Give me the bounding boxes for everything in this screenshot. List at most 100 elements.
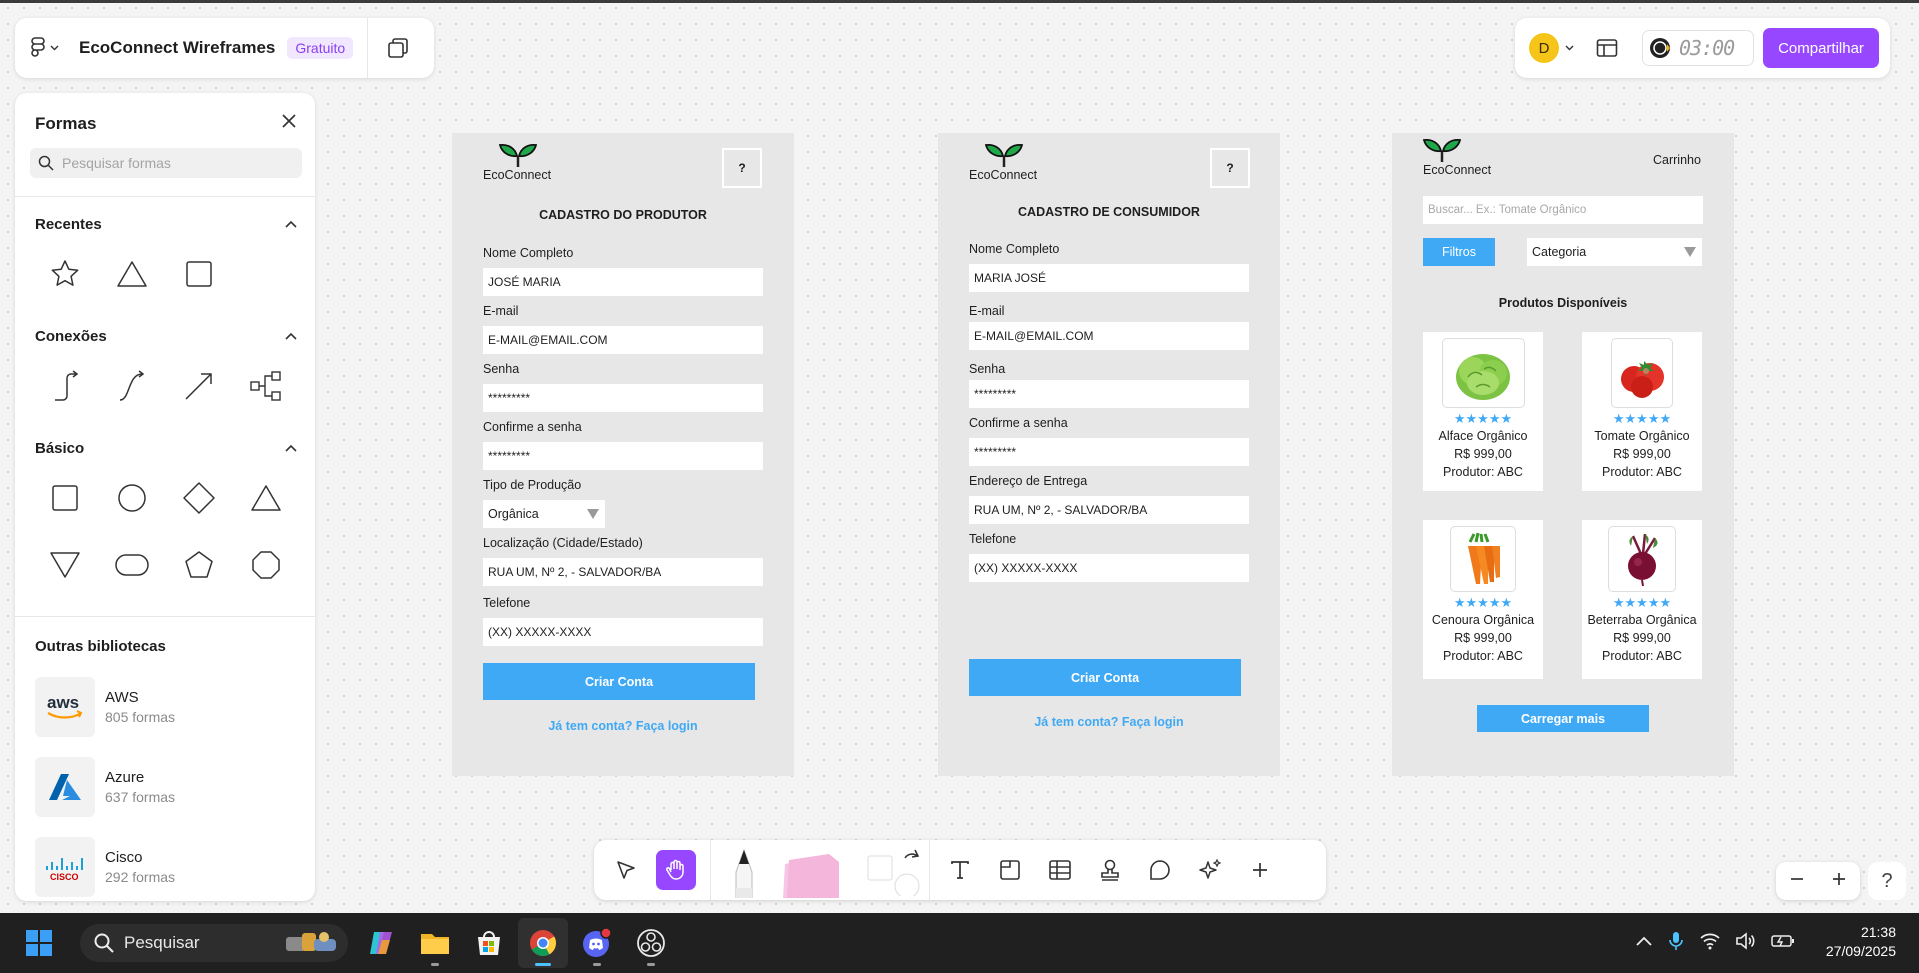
frame-marketplace[interactable]: EcoConnect Carrinho Buscar... Ex.: Tomat… [1392, 133, 1734, 776]
comment-tool-icon[interactable] [1140, 850, 1180, 890]
load-more-button[interactable]: Carregar mais [1477, 705, 1649, 732]
stamp-tool-icon[interactable] [1090, 850, 1130, 890]
full-name-input[interactable]: MARIA JOSÉ [969, 264, 1249, 292]
system-clock[interactable]: 21:38 27/09/2025 [1790, 923, 1910, 961]
layout-icon[interactable] [1596, 38, 1618, 58]
section-tool-icon[interactable] [990, 850, 1030, 890]
shapes-tool-icon[interactable] [865, 842, 923, 898]
library-count: 805 formas [105, 709, 176, 725]
category-select[interactable]: Categoria [1527, 238, 1702, 266]
frame-consumer-signup[interactable]: EcoConnect ? CADASTRO DE CONSUMIDOR Nome… [938, 133, 1280, 776]
obs-icon[interactable] [626, 918, 676, 968]
curved-connector-icon[interactable] [107, 361, 157, 411]
text-tool-icon[interactable] [940, 850, 980, 890]
star-shape-icon[interactable] [40, 249, 90, 299]
help-button[interactable]: ? [1210, 148, 1250, 188]
section-recent-header[interactable]: Recentes [15, 213, 315, 235]
triangle-shape-icon[interactable] [241, 473, 291, 523]
chevron-up-icon[interactable] [285, 220, 297, 228]
product-card[interactable]: ★★★★★ Alface Orgânico R$ 999,00 Produtor… [1423, 332, 1543, 491]
microphone-icon[interactable] [1667, 930, 1685, 957]
pentagon-shape-icon[interactable] [174, 540, 224, 590]
email-input[interactable]: E-MAIL@EMAIL.COM [483, 326, 763, 354]
chevron-up-icon[interactable] [1635, 934, 1653, 952]
help-icon[interactable]: ? [1868, 862, 1906, 900]
zoom-in-icon[interactable] [1831, 871, 1847, 892]
triangle-shape-icon[interactable] [107, 249, 157, 299]
phone-input[interactable]: (XX) XXXXX-XXXX [483, 618, 763, 646]
more-tools-icon[interactable] [1240, 850, 1280, 890]
taskbar-search[interactable]: Pesquisar [80, 924, 348, 962]
windows-start-icon[interactable] [14, 918, 64, 968]
help-button[interactable]: ? [722, 148, 762, 188]
timer-widget[interactable]: 03:00 [1642, 30, 1754, 66]
search-icon [94, 933, 114, 953]
share-button[interactable]: Compartilhar [1763, 28, 1879, 68]
frame-producer-signup[interactable]: EcoConnect ? CADASTRO DO PRODUTOR Nome C… [452, 133, 794, 776]
product-search-input[interactable]: Buscar... Ex.: Tomate Orgânico [1423, 196, 1703, 224]
circle-shape-icon[interactable] [107, 473, 157, 523]
filters-button[interactable]: Filtros [1423, 238, 1495, 266]
zoom-out-icon[interactable] [1789, 871, 1805, 892]
confirm-password-input[interactable]: ********* [483, 442, 763, 470]
location-input[interactable]: RUA UM, Nº 2, - SALVADOR/BA [483, 558, 763, 586]
confirm-password-input[interactable]: ********* [969, 438, 1249, 466]
select-tool-icon[interactable] [606, 850, 646, 890]
copilot-icon[interactable] [356, 918, 406, 968]
email-input[interactable]: E-MAIL@EMAIL.COM [969, 322, 1249, 350]
product-card[interactable]: ★★★★★ Cenoura Orgânica R$ 999,00 Produto… [1423, 520, 1543, 679]
diamond-shape-icon[interactable] [174, 473, 224, 523]
chevron-down-icon[interactable] [1565, 45, 1574, 51]
file-explorer-icon[interactable] [410, 918, 460, 968]
password-input[interactable]: ********* [969, 380, 1249, 408]
create-account-button[interactable]: Criar Conta [483, 663, 755, 700]
delivery-address-input[interactable]: RUA UM, Nº 2, - SALVADOR/BA [969, 496, 1249, 524]
login-link[interactable]: Já tem conta? Faça login [452, 719, 794, 733]
pen-tool-icon[interactable] [721, 842, 767, 898]
volume-icon[interactable] [1735, 931, 1757, 955]
product-card[interactable]: ★★★★★ Beterraba Orgânica R$ 999,00 Produ… [1582, 520, 1702, 679]
chevron-up-icon[interactable] [285, 444, 297, 452]
section-connections-header[interactable]: Conexões [15, 325, 315, 347]
brand-name: EcoConnect [483, 168, 552, 182]
elbow-connector-icon[interactable] [40, 361, 90, 411]
pill-shape-icon[interactable] [107, 540, 157, 590]
ai-tool-icon[interactable] [1190, 850, 1230, 890]
cart-link[interactable]: Carrinho [1653, 153, 1701, 167]
sticky-note-icon[interactable] [777, 842, 847, 898]
library-item-cisco[interactable]: CISCO Cisco 292 formas [15, 835, 315, 899]
discord-icon[interactable] [572, 918, 622, 968]
production-type-select[interactable]: Orgânica [483, 500, 605, 528]
shape-search[interactable] [30, 148, 302, 178]
octagon-shape-icon[interactable] [241, 540, 291, 590]
file-title[interactable]: EcoConnect Wireframes [79, 38, 275, 58]
microsoft-store-icon[interactable] [464, 918, 514, 968]
table-tool-icon[interactable] [1040, 850, 1080, 890]
panel-divider [15, 616, 315, 617]
chrome-icon[interactable] [518, 918, 568, 968]
hand-tool-icon[interactable] [656, 850, 696, 890]
wifi-icon[interactable] [1699, 932, 1721, 955]
avatar[interactable]: D [1529, 33, 1559, 63]
product-card[interactable]: ★★★★★ Tomate Orgânico R$ 999,00 Produtor… [1582, 332, 1702, 491]
arrow-connector-icon[interactable] [174, 361, 224, 411]
main-menu-button[interactable] [15, 18, 73, 78]
inverted-triangle-shape-icon[interactable] [40, 540, 90, 590]
plan-badge[interactable]: Gratuito [287, 37, 354, 59]
square-shape-icon[interactable] [40, 473, 90, 523]
phone-input[interactable]: (XX) XXXXX-XXXX [969, 554, 1249, 582]
shape-search-input[interactable] [62, 155, 282, 171]
create-account-button[interactable]: Criar Conta [969, 659, 1241, 696]
chevron-up-icon[interactable] [285, 332, 297, 340]
section-basic-header[interactable]: Básico [15, 437, 315, 459]
rectangle-shape-icon[interactable] [174, 249, 224, 299]
full-name-input[interactable]: JOSÉ MARIA [483, 268, 763, 296]
svg-text:aws: aws [47, 693, 79, 712]
login-link[interactable]: Já tem conta? Faça login [938, 715, 1280, 729]
library-item-azure[interactable]: Azure 637 formas [15, 755, 315, 819]
tree-connector-icon[interactable] [241, 361, 291, 411]
pages-button[interactable] [368, 18, 428, 78]
close-icon[interactable] [281, 113, 297, 134]
library-item-aws[interactable]: aws AWS 805 formas [15, 675, 315, 739]
password-input[interactable]: ********* [483, 384, 763, 412]
